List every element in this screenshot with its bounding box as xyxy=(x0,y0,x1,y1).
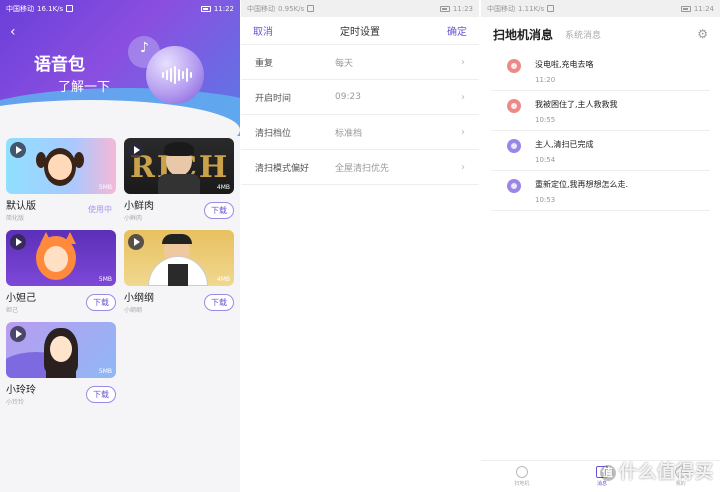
voice-card-image: 5MB xyxy=(6,230,116,286)
alert-icon xyxy=(507,99,521,113)
setting-value: 标准档 xyxy=(335,128,363,139)
voice-card-xiaoxianrou[interactable]: RICH 4MB 小鲜肉 小鲜肉 下载 xyxy=(124,138,234,222)
voice-card-xiaolingling[interactable]: 5MB 小玲玲 小玲玲 下载 xyxy=(6,322,116,406)
alert-icon xyxy=(507,59,521,73)
tab-system-messages[interactable]: 系统消息 xyxy=(565,28,601,41)
download-button[interactable]: 下载 xyxy=(86,386,116,403)
tab-robot-messages[interactable]: 扫地机消息 xyxy=(493,26,553,43)
download-button[interactable]: 下载 xyxy=(204,294,234,311)
voice-card-image: 4MB xyxy=(124,230,234,286)
setting-row-start-time[interactable]: 开启时间 09:23 › xyxy=(241,80,479,115)
setting-label: 重复 xyxy=(255,58,274,69)
clock: 11:24 xyxy=(693,4,714,13)
clock: 11:23 xyxy=(452,4,473,13)
back-icon[interactable]: ‹ xyxy=(10,24,16,40)
page-title: 定时设置 xyxy=(340,27,380,38)
notification-icon xyxy=(307,5,315,12)
play-icon[interactable] xyxy=(10,326,26,342)
message-item[interactable]: 重新定位,我再想想怎么走. 10:53 xyxy=(491,171,710,211)
file-size: 4MB xyxy=(216,184,230,191)
message-time: 10:53 xyxy=(535,196,556,204)
setting-row-repeat[interactable]: 重复 每天 › xyxy=(241,45,479,80)
setting-value: 全屋清扫优先 xyxy=(335,163,390,174)
voice-pack-screen: ♪ ‹ 语音包 了解一下 中国移动 16.1K/s 11:22 5MB 默认版 简… xyxy=(0,0,240,492)
timer-settings-screen: 中国移动 0.95K/s 11:23 取消 定时设置 确定 重复 每天 › 开启时… xyxy=(241,0,479,492)
battery-icon xyxy=(200,5,211,12)
voice-card-image: 5MB xyxy=(6,322,116,378)
file-size: 5MB xyxy=(98,368,112,375)
confirm-button[interactable]: 确定 xyxy=(447,23,467,38)
carrier-text: 中国移动 xyxy=(6,4,34,13)
status-bar: 中国移动 0.95K/s 11:23 xyxy=(241,0,479,17)
chevron-right-icon: › xyxy=(461,91,465,103)
message-text: 重新定位,我再想想怎么走. xyxy=(535,180,629,189)
setting-row-suction-level[interactable]: 清扫档位 标准档 › xyxy=(241,115,479,150)
timer-nav-bar: 取消 定时设置 确定 xyxy=(241,17,479,45)
file-size: 5MB xyxy=(98,276,112,283)
nav-label: 扫地机 xyxy=(514,481,530,487)
download-button[interactable]: 下载 xyxy=(204,202,234,219)
message-text: 没电啦,充电去咯 xyxy=(535,60,594,69)
status-bar: 中国移动 1.11K/s 11:24 xyxy=(481,0,720,17)
soundwave-icon xyxy=(162,66,192,84)
notification-icon xyxy=(547,5,555,12)
info-icon xyxy=(507,139,521,153)
play-icon[interactable] xyxy=(128,234,144,250)
message-time: 11:20 xyxy=(535,76,556,84)
message-item[interactable]: 没电啦,充电去咯 11:20 xyxy=(491,51,710,91)
nav-robot[interactable]: 扫地机 xyxy=(514,466,529,487)
banner-subtitle: 了解一下 xyxy=(58,80,111,95)
setting-value: 每天 xyxy=(335,58,354,69)
chevron-right-icon: › xyxy=(461,161,465,173)
robot-icon xyxy=(515,466,528,478)
file-size: 4MB xyxy=(216,276,230,283)
download-button[interactable]: 下载 xyxy=(86,294,116,311)
in-use-label: 使用中 xyxy=(88,205,112,214)
gear-icon[interactable]: ⚙ xyxy=(697,27,708,41)
network-speed: 0.95K/s xyxy=(278,4,305,13)
clock: 11:22 xyxy=(213,4,234,13)
info-icon xyxy=(507,179,521,193)
music-note-icon: ♪ xyxy=(140,40,149,56)
voice-card-image: RICH 4MB xyxy=(124,138,234,194)
network-speed: 16.1K/s xyxy=(37,4,64,13)
watermark: 值什么值得买 xyxy=(600,462,714,483)
play-icon[interactable] xyxy=(128,142,144,158)
message-item[interactable]: 主人,清扫已完成 10:54 xyxy=(491,131,710,171)
voice-card-image: 5MB xyxy=(6,138,116,194)
chevron-right-icon: › xyxy=(461,56,465,68)
message-time: 10:55 xyxy=(535,116,556,124)
voice-card-xiaogangang[interactable]: 4MB 小纲纲 小纲纲 下载 xyxy=(124,230,234,314)
carrier-text: 中国移动 xyxy=(247,4,275,13)
voice-card-default[interactable]: 5MB 默认版 简化版 使用中 xyxy=(6,138,116,222)
voice-card-xiaodaji[interactable]: 5MB 小妲己 妲己 下载 xyxy=(6,230,116,314)
banner-title: 语音包 xyxy=(34,55,85,75)
setting-row-clean-mode[interactable]: 清扫模式偏好 全屋清扫优先 › xyxy=(241,150,479,185)
voice-pack-banner: ♪ ‹ 语音包 了解一下 xyxy=(0,0,240,136)
file-size: 5MB xyxy=(98,184,112,191)
battery-icon xyxy=(680,5,691,12)
play-icon[interactable] xyxy=(10,142,26,158)
notification-icon xyxy=(66,5,74,12)
battery-icon xyxy=(439,5,450,12)
status-bar: 中国移动 16.1K/s 11:22 xyxy=(0,0,240,17)
messages-header: 扫地机消息 系统消息 ⚙ xyxy=(481,17,720,51)
play-icon[interactable] xyxy=(10,234,26,250)
message-text: 我被困住了,主人救救我 xyxy=(535,100,618,109)
setting-value: 09:23 xyxy=(335,92,361,102)
setting-label: 开启时间 xyxy=(255,93,292,104)
chevron-right-icon: › xyxy=(461,126,465,138)
message-text: 主人,清扫已完成 xyxy=(535,140,594,149)
messages-screen: 中国移动 1.11K/s 11:24 扫地机消息 系统消息 ⚙ 没电啦,充电去咯 … xyxy=(481,0,720,492)
carrier-text: 中国移动 xyxy=(487,4,515,13)
cancel-button[interactable]: 取消 xyxy=(253,23,273,38)
setting-label: 清扫模式偏好 xyxy=(255,163,310,174)
message-item[interactable]: 我被困住了,主人救救我 10:55 xyxy=(491,91,710,131)
network-speed: 1.11K/s xyxy=(518,4,545,13)
setting-label: 清扫档位 xyxy=(255,128,292,139)
watermark-text: 什么值得买 xyxy=(619,462,714,483)
message-time: 10:54 xyxy=(535,156,556,164)
